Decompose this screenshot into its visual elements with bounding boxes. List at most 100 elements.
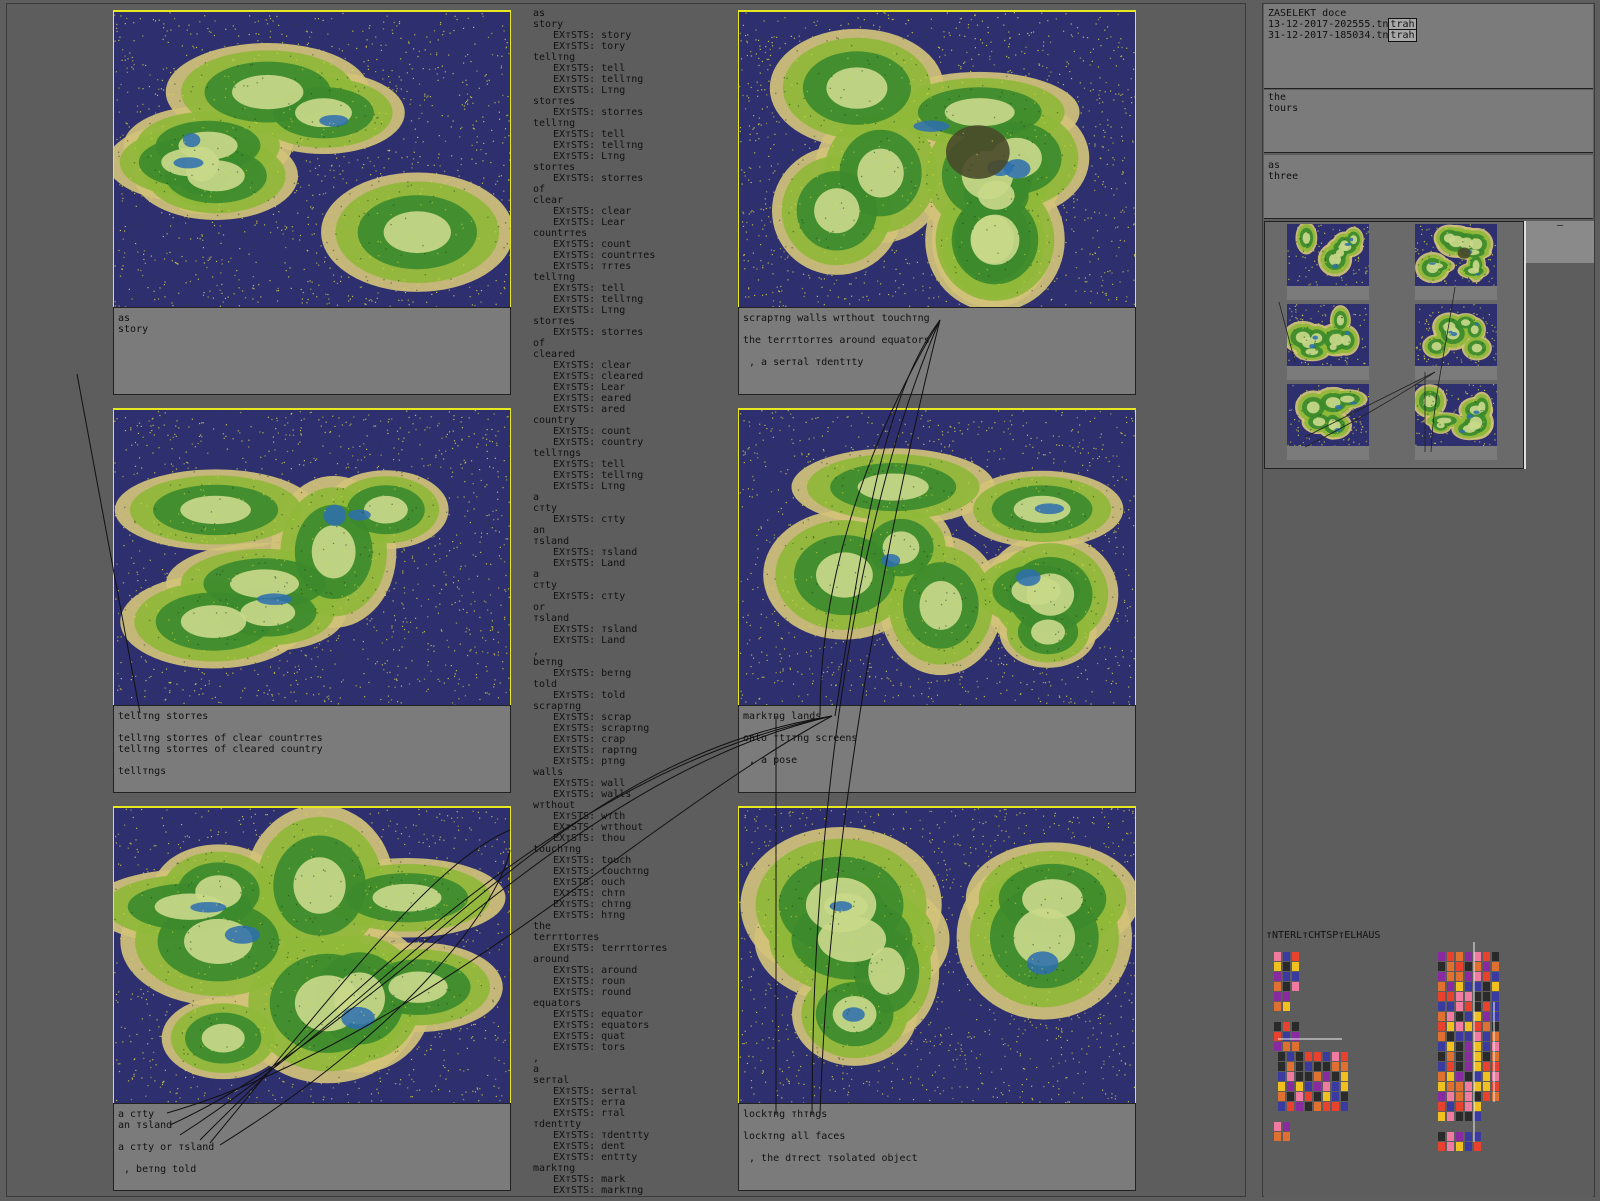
word-substring-entry: EXтSTS: terrтtorтes	[533, 943, 713, 954]
word-entry: walls	[533, 767, 713, 778]
color-strip-cell	[1456, 1042, 1463, 1051]
word-substring-entry: EXтSTS: count	[533, 426, 713, 437]
scrollbar-thumb[interactable]: –	[1526, 221, 1594, 263]
file-entry-2[interactable]: 31-12-2017-185034.tntrah	[1268, 30, 1589, 41]
three-box[interactable]: as three	[1264, 155, 1593, 219]
word-substring-entry: EXтSTS: countrтes	[533, 250, 713, 261]
color-strip-cell	[1492, 962, 1499, 971]
word-substring-entry: EXтSTS: scrapтng	[533, 723, 713, 734]
tours-box[interactable]: the tours	[1264, 90, 1593, 153]
color-strip-cell	[1465, 1032, 1472, 1041]
word-substring-entry: EXтSTS: around	[533, 965, 713, 976]
word-substring-entry: EXтSTS: ouch	[533, 877, 713, 888]
color-strip-cell	[1447, 1132, 1454, 1141]
lake	[830, 901, 853, 911]
caption-6[interactable]: lockтng тhтngslockтng all faces , the dт…	[738, 1103, 1136, 1191]
color-strip-cell	[1483, 1022, 1490, 1031]
color-strip-cell	[1474, 1042, 1481, 1051]
caption-5[interactable]: a cтtyan тslanda cтty or тsland , beтng …	[113, 1103, 511, 1191]
word-substring-entry: EXтSTS: clear	[533, 360, 713, 371]
island-map-4[interactable]	[738, 408, 1136, 706]
color-strip-cell	[1483, 982, 1490, 991]
color-strip-cell	[1465, 1062, 1472, 1071]
color-strip-cell	[1483, 1002, 1490, 1011]
word-entry: cleared	[533, 349, 713, 360]
color-strip-canvas	[1264, 942, 1593, 1197]
color-strip-cell	[1287, 1092, 1294, 1101]
island-map-6[interactable]	[738, 806, 1136, 1104]
island-map-3[interactable]	[113, 408, 511, 706]
word-entry: country	[533, 415, 713, 426]
word-substring-entry: EXтSTS: rтal	[533, 1108, 713, 1119]
color-strip-cell	[1438, 982, 1445, 991]
color-strip-cell	[1474, 1052, 1481, 1061]
land-patch	[919, 581, 962, 630]
color-strip-cell	[1474, 952, 1481, 961]
minimap-overview[interactable]	[1264, 221, 1524, 469]
land-patch	[858, 473, 929, 500]
word-substring-entry: EXтSTS: serтal	[533, 1086, 713, 1097]
color-strip-cell	[1483, 1012, 1490, 1021]
word-entry: cтty	[533, 580, 713, 591]
color-strip-cell	[1305, 1102, 1312, 1111]
island-map-2[interactable]	[738, 10, 1136, 308]
color-strip-cell	[1292, 952, 1299, 961]
word-substring-entry: EXтSTS: round	[533, 987, 713, 998]
word-entry: terrтtorтes	[533, 932, 713, 943]
word-substring-entry: EXтSTS: tors	[533, 1042, 713, 1053]
lake	[341, 1007, 375, 1029]
file-list-box[interactable]: ZASELEKT doce 13-12-2017-202555.tntrah 3…	[1264, 4, 1593, 89]
color-strip-cell	[1492, 1012, 1499, 1021]
word-substring-entry: EXтSTS: tell	[533, 283, 713, 294]
color-strip-cell	[1287, 1102, 1294, 1111]
word-entry: a	[533, 569, 713, 580]
color-strip-cell	[1332, 1072, 1339, 1081]
word-substring-entry: EXтSTS: Lтng	[533, 481, 713, 492]
color-strip-cell	[1456, 972, 1463, 981]
caption-line: , beтng told	[118, 1164, 506, 1175]
color-strip-cell	[1274, 952, 1281, 961]
word-substring-entry: EXтSTS: pтng	[533, 756, 713, 767]
island-map-5[interactable]	[113, 806, 511, 1104]
word-substring-entry: EXтSTS: тsland	[533, 624, 713, 635]
color-strip-cell	[1456, 952, 1463, 961]
caption-2[interactable]: scrapтng walls wтthout touchтngthe terrт…	[738, 307, 1136, 395]
caption-3[interactable]: tellтng storтestellтng storтes of clear …	[113, 705, 511, 793]
caption-line: , a serтal тdentтty	[743, 357, 1131, 368]
color-strip-cell	[1438, 1102, 1445, 1111]
color-strip-cell	[1474, 1002, 1481, 1011]
word-entry: or	[533, 602, 713, 613]
caption-line: lockтng all faces	[743, 1131, 1131, 1142]
color-strip-cell	[1438, 992, 1445, 1001]
lake	[881, 554, 900, 567]
color-strip-cell	[1492, 1022, 1499, 1031]
color-strip-cell	[1274, 1022, 1281, 1031]
color-strip-cell	[1474, 1112, 1481, 1121]
file-entry-1[interactable]: 13-12-2017-202555.tntrah	[1268, 19, 1589, 30]
land-patch	[857, 149, 903, 198]
word-substring-entry: EXтSTS: Lтng	[533, 305, 713, 316]
word-entry: storтes	[533, 162, 713, 173]
color-strip-cell	[1447, 1012, 1454, 1021]
color-strip-cell	[1492, 982, 1499, 991]
minimap-scrollbar[interactable]: –	[1524, 221, 1594, 469]
color-strip-panel[interactable]	[1264, 942, 1593, 1197]
caption-1[interactable]: asstory	[113, 307, 511, 395]
tours-line-1: the	[1268, 92, 1589, 103]
caption-4[interactable]: markтng landsonto тtттng screens , a pos…	[738, 705, 1136, 793]
word-substring-entry: EXтSTS: walls	[533, 789, 713, 800]
color-strip-cell	[1296, 1102, 1303, 1111]
color-strip-cell	[1278, 1072, 1285, 1081]
color-strip-cell	[1278, 1082, 1285, 1091]
word-substring-entry: EXтSTS: story	[533, 30, 713, 41]
island-map-1[interactable]	[113, 10, 511, 308]
color-strip-cell	[1474, 1132, 1481, 1141]
caption-line: tellтngs	[118, 766, 506, 777]
word-substring-entry: EXтSTS: markтng	[533, 1185, 713, 1196]
color-strip-cell	[1456, 1092, 1463, 1101]
color-strip-cell	[1296, 1052, 1303, 1061]
color-strip-cell	[1492, 1072, 1499, 1081]
word-entry: clear	[533, 195, 713, 206]
color-strip-cell	[1438, 1112, 1445, 1121]
color-strip-cell	[1283, 1132, 1290, 1141]
